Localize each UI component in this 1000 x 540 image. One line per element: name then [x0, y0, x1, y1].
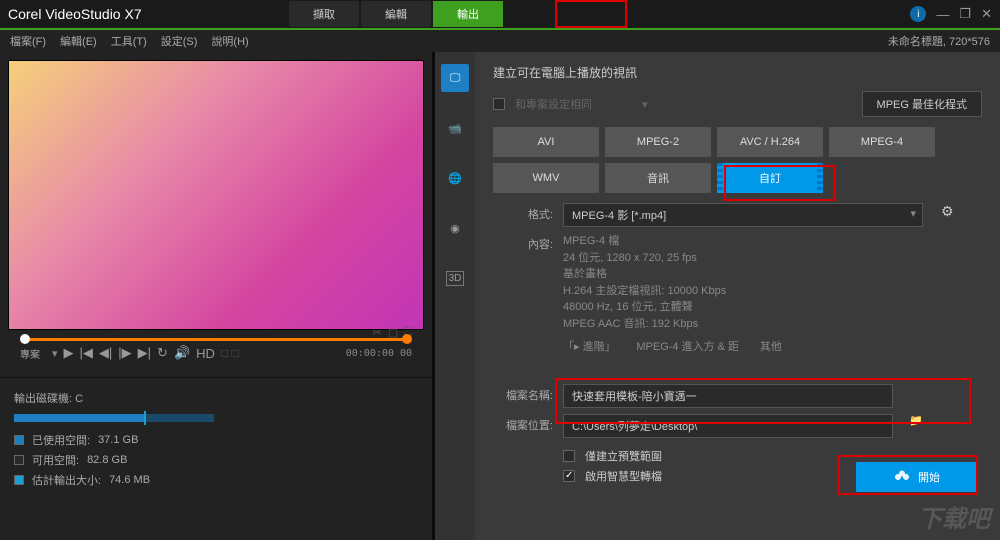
format-custom[interactable]: 自訂 [717, 163, 823, 193]
disc-icon: ◉ [450, 222, 460, 235]
storage-used-row: 已使用空間:37.1 GB [14, 432, 418, 448]
sidetab-computer[interactable]: 🖵 [441, 64, 469, 92]
timecode[interactable]: 00:00:00 00 [346, 348, 412, 359]
prev-icon[interactable]: |◀ [80, 345, 93, 361]
tab-capture[interactable]: 擷取 [289, 1, 359, 27]
format-label: 格式: [493, 203, 553, 222]
format-avi[interactable]: AVI [493, 127, 599, 157]
free-swatch [14, 455, 24, 465]
same-as-project-checkbox[interactable] [493, 98, 505, 110]
sidetab-3d[interactable]: 3D [441, 264, 469, 292]
globe-icon: 🌐 [448, 172, 462, 185]
mpeg-optimizer-button[interactable]: MPEG 最佳化程式 [862, 91, 982, 117]
filename-label: 檔案名稱: [493, 384, 553, 403]
next-icon[interactable]: ▶| [138, 345, 151, 361]
browse-folder-icon[interactable]: 📁 [909, 414, 923, 427]
volume-icon[interactable]: 🔊 [174, 345, 190, 361]
storage-est-row: 估計輸出大小:74.6 MB [14, 472, 418, 488]
content-label: 內容: [493, 233, 553, 252]
same-as-project-label: 和專案設定相同 [515, 96, 592, 112]
used-swatch [14, 435, 24, 445]
tab-edit[interactable]: 編輯 [361, 1, 431, 27]
format-avc[interactable]: AVC / H.264 [717, 127, 823, 157]
filelocation-input[interactable]: C:\Users\列夢走\Desktop\ [563, 414, 893, 438]
minimize-button[interactable]: — [936, 7, 949, 22]
format-audio[interactable]: 音訊 [605, 163, 711, 193]
smart-render-checkbox[interactable] [563, 470, 575, 482]
watermark: 下载吧 [918, 499, 990, 534]
storage-bar [14, 414, 214, 422]
project-status: 未命名標題, 720*576 [888, 33, 990, 49]
close-button[interactable]: ✕ [981, 6, 992, 22]
info-footer: 「▸ 進階」 MPEG-4 進入方 & 距 其他 [563, 338, 982, 354]
sidetab-disc[interactable]: ◉ [441, 214, 469, 242]
sidetab-device[interactable]: 📹 [441, 114, 469, 142]
menu-settings[interactable]: 設定(S) [161, 33, 198, 49]
3d-icon: 3D [446, 271, 465, 286]
format-mpeg4[interactable]: MPEG-4 [829, 127, 935, 157]
monitor-icon: 🖵 [450, 72, 461, 85]
preview-only-checkbox[interactable] [563, 450, 575, 462]
output-heading: 建立可在電腦上播放的視訊 [493, 64, 982, 81]
start-button[interactable]: 開始 [856, 462, 976, 492]
gear-icon[interactable]: ⚙ [941, 203, 954, 220]
timeline-scrubber[interactable] [16, 334, 416, 346]
camera-icon: 📹 [448, 122, 462, 135]
app-title: Corel VideoStudio X7 [8, 6, 142, 22]
mode-dropdown-icon[interactable]: ▾ [52, 347, 58, 360]
menu-tools[interactable]: 工具(T) [111, 33, 147, 49]
sidetab-web[interactable]: 🌐 [441, 164, 469, 192]
dropdown-icon: ▾ [642, 98, 648, 111]
preview-only-label: 僅建立預覽範圍 [585, 448, 662, 464]
loop-icon[interactable]: ↻ [157, 345, 168, 361]
storage-title: 輸出磁碟機: C [14, 390, 418, 406]
format-wmv[interactable]: WMV [493, 163, 599, 193]
preview-canvas [8, 60, 424, 330]
format-mpeg2[interactable]: MPEG-2 [605, 127, 711, 157]
menu-edit[interactable]: 編輯(E) [60, 33, 97, 49]
menu-file[interactable]: 檔案(F) [10, 33, 46, 49]
filelocation-label: 檔案位置: [493, 414, 553, 433]
menu-help[interactable]: 說明(H) [211, 33, 248, 49]
smart-render-label: 啟用智慧型轉檔 [585, 468, 662, 484]
step-fwd-icon[interactable]: |▶ [118, 345, 131, 361]
hd-toggle[interactable]: HD [196, 346, 215, 361]
play-icon[interactable]: ▶ [64, 345, 74, 361]
maximize-button[interactable]: ❐ [959, 6, 971, 22]
storage-free-row: 可用空間:82.8 GB [14, 452, 418, 468]
filename-input[interactable]: 快速套用模板-陪小寶邁一 [563, 384, 893, 408]
step-back-icon[interactable]: ◀| [99, 345, 112, 361]
playback-mode[interactable]: 專案 [20, 346, 40, 361]
format-info: MPEG-4 檔 24 位元, 1280 x 720, 25 fps 基於畫格 … [563, 233, 726, 332]
est-swatch [14, 475, 24, 485]
marker-icons: □ □ [221, 346, 239, 360]
format-select[interactable]: MPEG-4 影 [*.mp4] [563, 203, 923, 227]
tab-output[interactable]: 輸出 [433, 1, 503, 27]
info-icon[interactable]: i [910, 6, 926, 22]
